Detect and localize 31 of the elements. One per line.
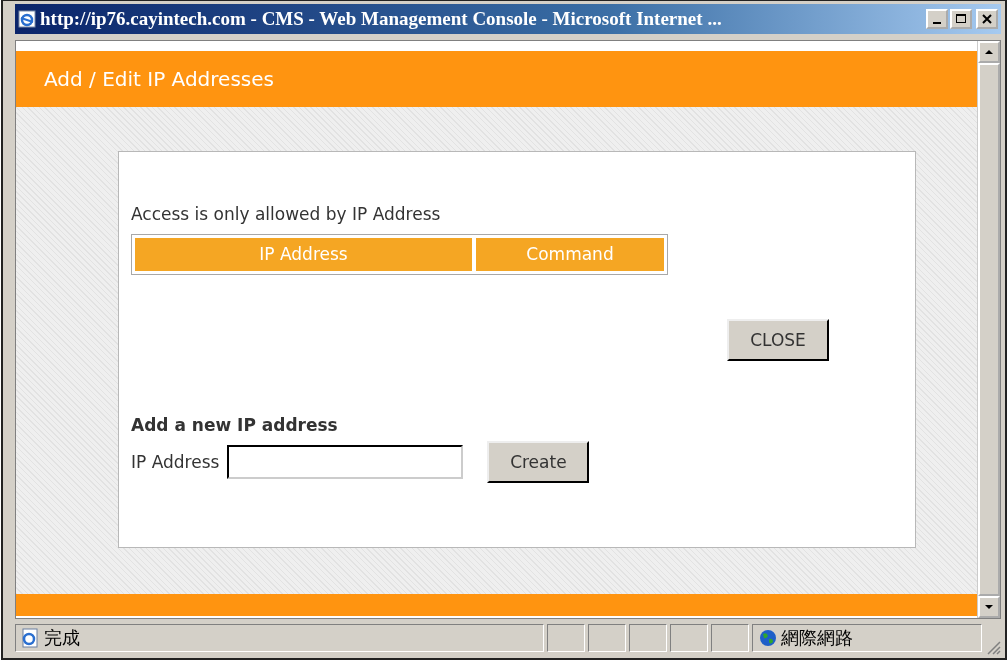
- ip-address-field[interactable]: [227, 445, 464, 479]
- scroll-down-button[interactable]: [978, 596, 1000, 618]
- close-dialog-button[interactable]: CLOSE: [727, 319, 829, 361]
- globe-icon: [759, 629, 777, 647]
- page-heading: Add / Edit IP Addresses: [44, 67, 274, 91]
- resize-grip-icon[interactable]: [985, 639, 1001, 655]
- scroll-up-button[interactable]: [978, 41, 1000, 63]
- status-pane: [670, 624, 708, 652]
- maximize-button[interactable]: [950, 9, 972, 29]
- browser-icon: [18, 10, 36, 28]
- status-pane: [629, 624, 667, 652]
- down-arrow-icon: [984, 604, 994, 610]
- status-pane: [547, 624, 585, 652]
- status-pane: [711, 624, 749, 652]
- form-heading: Add a new IP address: [131, 414, 339, 437]
- close-button[interactable]: [976, 9, 998, 29]
- zone-text: 網際網路: [781, 626, 853, 650]
- intro-text: Access is only allowed by IP Address: [131, 203, 442, 226]
- column-header: IP Address: [135, 238, 472, 271]
- window-title: http://ip76.cayintech.com - CMS - Web Management Console - Microsoft Internet ...: [40, 8, 723, 30]
- minimize-button[interactable]: [926, 9, 948, 29]
- close-icon: [980, 12, 994, 26]
- field-label: IP Address: [131, 452, 220, 472]
- page-icon: [20, 628, 40, 648]
- status-text: 完成: [44, 626, 80, 650]
- up-arrow-icon: [984, 49, 994, 55]
- column-header: Command: [476, 238, 664, 271]
- minimize-icon: [933, 22, 941, 24]
- create-button[interactable]: Create: [487, 441, 590, 483]
- maximize-icon: [954, 12, 968, 26]
- status-pane: [588, 624, 626, 652]
